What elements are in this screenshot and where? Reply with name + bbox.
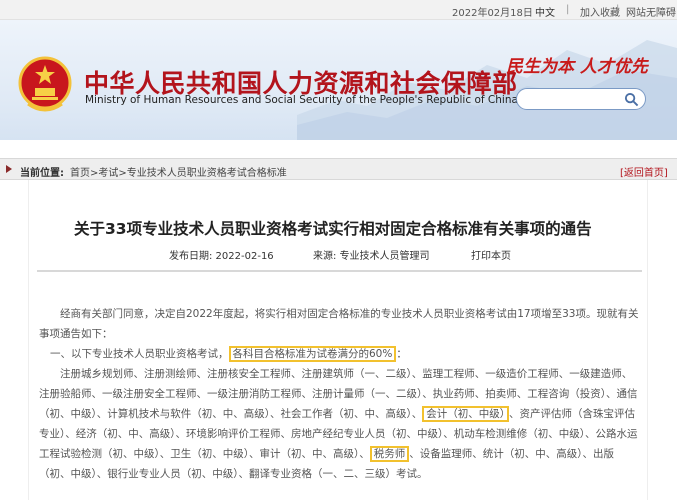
add-favorite-link[interactable]: 加入收藏 xyxy=(580,4,620,19)
ministry-title-en: Ministry of Human Resources and Social S… xyxy=(85,94,518,106)
publish-date: 发布日期: 2022-02-16 xyxy=(169,251,274,262)
language-link[interactable]: 中文 xyxy=(535,4,555,19)
arrow-right-icon xyxy=(6,165,12,173)
paragraph-text: 一、以下专业技术人员职业资格考试， xyxy=(50,348,229,360)
search-input[interactable] xyxy=(525,92,621,107)
location-label: 当前位置: xyxy=(20,168,64,179)
article-source: 来源: 专业技术人员管理司 xyxy=(313,251,430,262)
divider: | xyxy=(566,4,570,15)
top-bar: 2022年02月18日 中文 | 加入收藏 | 网站无障碍 xyxy=(0,0,677,20)
national-emblem-icon xyxy=(18,56,72,112)
breadcrumb: 当前位置: 首页>考试>专业技术人员职业资格考试合格标准 [返回首页] xyxy=(0,158,677,180)
breadcrumb-path[interactable]: 首页>考试>专业技术人员职业资格考试合格标准 xyxy=(70,164,287,179)
current-date: 2022年02月18日 xyxy=(452,8,533,19)
slogan: 民生为本 人才优先 xyxy=(506,57,648,77)
back-home-link[interactable]: [返回首页] xyxy=(620,164,668,179)
accessibility-link[interactable]: 网站无障碍 xyxy=(626,4,676,19)
divider: | xyxy=(616,4,620,15)
site-header: 中华人民共和国人力资源和社会保障部 Ministry of Human Reso… xyxy=(0,20,677,140)
divider xyxy=(37,270,642,272)
highlighted-text: 会计（初、中级） xyxy=(422,406,509,422)
paragraph-text: ： xyxy=(396,348,407,360)
article-paragraph: 一、以下专业技术人员职业资格考试， 各科目合格标准为试卷满分的60%： xyxy=(50,344,650,364)
article-title: 关于33项专业技术人员职业资格考试实行相对固定合格标准有关事项的通告 xyxy=(74,220,592,238)
highlighted-text: 各科目合格标准为试卷满分的60% xyxy=(228,346,397,362)
article-paragraph: 经商有关部门同意，决定自2022年度起，将实行相对固定合格标准的专业技术人员职业… xyxy=(39,308,639,340)
search-icon[interactable] xyxy=(624,92,639,107)
article-paragraph: 注册城乡规划师、注册测绘师、注册核安全工程师、注册建筑师（一、二级）、监理工程师… xyxy=(39,364,639,484)
search-box xyxy=(516,88,646,110)
print-link[interactable]: 打印本页 xyxy=(471,247,511,262)
article: 关于33项专业技术人员职业资格考试实行相对固定合格标准有关事项的通告 发布日期:… xyxy=(28,180,648,500)
highlighted-text: 税务师 xyxy=(369,446,410,462)
